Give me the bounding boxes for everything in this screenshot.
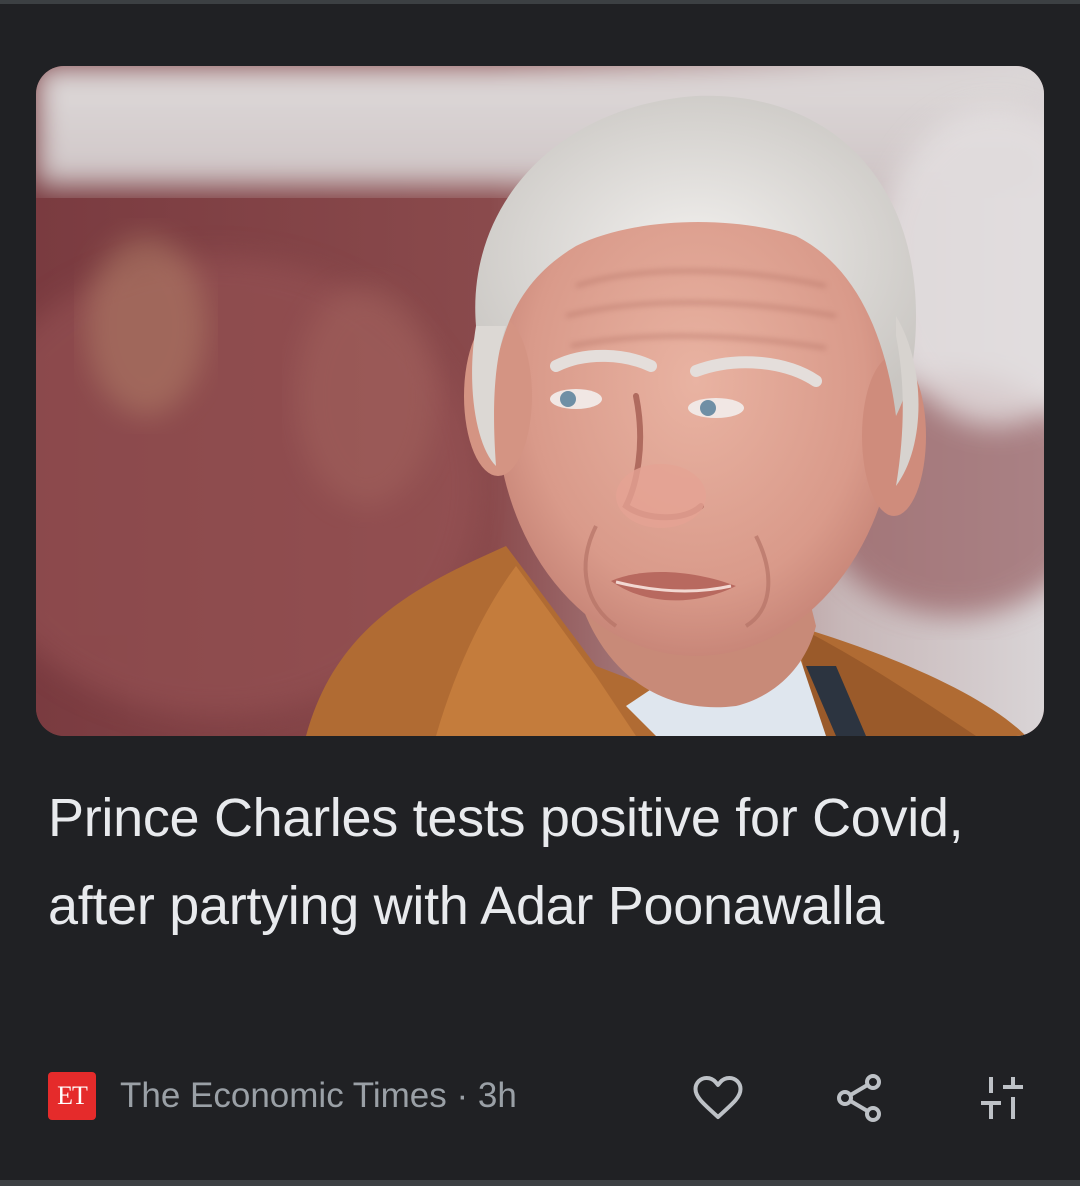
like-button[interactable] bbox=[688, 1068, 748, 1128]
article-headline[interactable]: Prince Charles tests positive for Covid,… bbox=[48, 774, 1008, 950]
more-options-button[interactable] bbox=[972, 1068, 1032, 1128]
share-button[interactable] bbox=[830, 1068, 890, 1128]
news-card[interactable]: Prince Charles tests positive for Covid,… bbox=[0, 0, 1080, 1186]
share-icon bbox=[837, 1074, 881, 1122]
article-footer: ET The Economic Times · 3h bbox=[48, 1064, 1038, 1134]
heart-icon bbox=[693, 1076, 743, 1119]
source-logo: ET bbox=[48, 1072, 96, 1120]
article-photo-illustration bbox=[36, 66, 1044, 736]
source-meta[interactable]: The Economic Times · 3h bbox=[120, 1076, 517, 1116]
source-name: The Economic Times bbox=[120, 1076, 447, 1115]
sliders-icon bbox=[981, 1077, 1023, 1119]
article-age: 3h bbox=[477, 1076, 517, 1115]
article-photo[interactable] bbox=[36, 66, 1044, 736]
meta-separator: · bbox=[456, 1076, 469, 1115]
